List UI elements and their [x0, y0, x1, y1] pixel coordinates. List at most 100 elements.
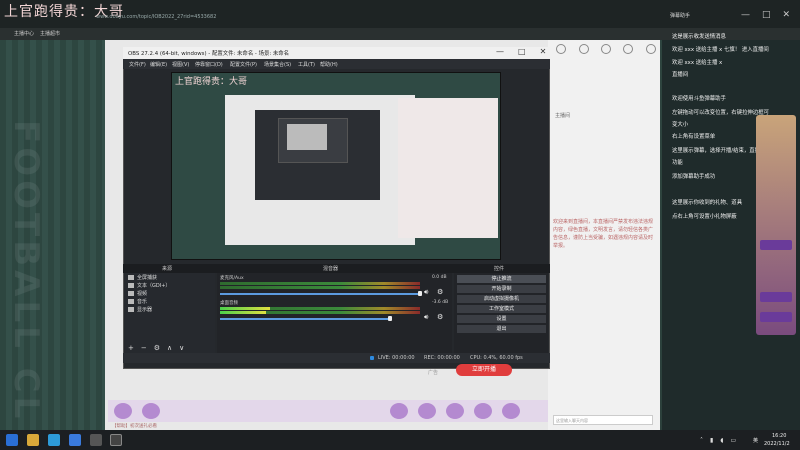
announcement-line: 功能 [672, 160, 683, 166]
preview-nested-side [398, 98, 498, 238]
announcement-line: 这里展示你收到的礼物、道具 [672, 200, 743, 206]
follow-icon[interactable] [578, 44, 589, 54]
announcement-line: 变大小 [672, 122, 689, 128]
ad-label: 广告 [428, 370, 439, 376]
source-item[interactable]: 文本（GDI+） [128, 282, 170, 289]
source-item[interactable]: 显示器 [128, 306, 152, 313]
minimize-icon[interactable]: — [741, 10, 750, 20]
promo-button[interactable] [760, 292, 792, 302]
history-icon[interactable] [556, 44, 567, 54]
source-settings-button[interactable]: ⚙ [154, 344, 160, 352]
gear-icon[interactable]: ⚙ [437, 313, 443, 321]
audio-meter [220, 286, 420, 289]
audio-meter-level [220, 311, 266, 314]
announcement-line: 直播间 [672, 72, 689, 78]
obs-title: OBS 27.2.4 (64-bit, windows) - 配置文件: 未命名… [128, 51, 290, 57]
menu-view[interactable]: 视图(V) [172, 61, 189, 68]
address-bar[interactable]: www.douyu.com/topic/IOB2022_27rid=453368… [96, 14, 216, 20]
bell-icon[interactable] [623, 44, 634, 54]
file-explorer-icon[interactable] [27, 434, 39, 446]
edge-icon[interactable] [48, 434, 60, 446]
download-icon[interactable] [600, 44, 611, 54]
menu-docks[interactable]: 停靠窗口(D) [195, 61, 223, 68]
browser-window-controls: — □ ✕ [741, 10, 790, 20]
announcement-line: 左键拖动可以改变位置，右键拉伸边框可 [672, 110, 770, 116]
close-icon[interactable]: ✕ [782, 10, 790, 20]
add-source-button[interactable]: + [128, 344, 134, 352]
gift-icon[interactable] [474, 403, 492, 419]
sources-header: 来源 [162, 266, 173, 272]
obs-taskbar-icon[interactable] [110, 434, 122, 446]
live-indicator-icon [370, 356, 374, 360]
gift-help-link[interactable]: 【帮助】初次送礼必看 [112, 423, 157, 429]
chrome-icon[interactable] [69, 434, 81, 446]
source-item[interactable]: 视频 [128, 290, 147, 297]
volume-slider[interactable] [220, 293, 420, 295]
source-item[interactable]: 音乐 [128, 298, 147, 305]
display-icon [128, 307, 134, 312]
battery-icon[interactable]: ▭ [730, 437, 736, 444]
promo-panel[interactable] [756, 115, 796, 335]
gift-icon[interactable] [502, 403, 520, 419]
chat-input[interactable]: 这里输入聊天内容 [553, 415, 653, 425]
gift-icon[interactable] [114, 403, 132, 419]
preview-nested-obs-innermost [287, 124, 327, 150]
music-icon [128, 299, 134, 304]
obs-maximize-icon[interactable]: □ [518, 47, 526, 56]
menu-help[interactable]: 帮助(H) [320, 61, 338, 68]
monitor-icon [128, 275, 134, 280]
menu-tools[interactable]: 工具(T) [298, 61, 315, 68]
mixer-header: 混音器 [323, 266, 339, 272]
studio-mode-button[interactable]: 工作室模式 [457, 305, 546, 313]
menu-file[interactable]: 文件(F) [129, 61, 146, 68]
source-item[interactable]: 全屏捕获 [128, 274, 157, 281]
menu-edit[interactable]: 编辑(E) [150, 61, 167, 68]
announcement-line: 右上角有设置菜单 [672, 134, 716, 140]
exit-button[interactable]: 退出 [457, 325, 546, 333]
speaker-icon[interactable]: 🔊︎ [424, 288, 428, 297]
virtual-camera-button[interactable]: 启动虚拟摄像机 [457, 295, 546, 303]
promo-button[interactable] [760, 312, 792, 322]
gear-icon[interactable]: ⚙ [437, 288, 443, 296]
input-language[interactable]: 英 [753, 437, 758, 444]
windows-start-icon[interactable] [6, 434, 18, 446]
remove-source-button[interactable]: − [141, 344, 147, 352]
bookmark-item[interactable]: 主播中心 [14, 30, 34, 37]
bookmark-item[interactable]: 主播超市 [40, 30, 60, 37]
volume-slider[interactable] [220, 318, 390, 320]
source-toolbar: + − ⚙ ∧ ∨ [128, 344, 184, 352]
start-recording-button[interactable]: 开始录制 [457, 285, 546, 293]
settings-button[interactable]: 设置 [457, 315, 546, 323]
obs-minimize-icon[interactable]: — [496, 47, 504, 56]
gift-icon[interactable] [142, 403, 160, 419]
stop-streaming-button[interactable]: 停止推流 [457, 275, 546, 283]
clock-time[interactable]: 16:20 [772, 433, 786, 439]
gift-icon[interactable] [390, 403, 408, 419]
volume-slider-handle[interactable] [418, 291, 422, 296]
chat-notice: 欢迎来到直播间，本直播间严禁发布违法违规内容，绿色直播，文明发言，请勿轻信各类广… [553, 219, 654, 249]
volume-icon[interactable]: ◖ [720, 437, 723, 444]
gift-icon[interactable] [446, 403, 464, 419]
obs-window-controls: — □ ✕ [496, 47, 546, 56]
audio-meter-level [220, 307, 270, 310]
network-icon[interactable]: ▮ [710, 437, 713, 444]
menu-profile[interactable]: 配置文件(P) [230, 61, 257, 68]
move-down-button[interactable]: ∨ [179, 344, 184, 352]
announcement-line: 这是展示收发送情消息 [672, 34, 726, 40]
menu-scene-collection[interactable]: 场景集合(S) [264, 61, 291, 68]
maximize-icon[interactable]: □ [762, 10, 771, 20]
app-icon[interactable] [90, 434, 102, 446]
open-stream-button[interactable]: 立即开播 [456, 364, 512, 376]
move-up-button[interactable]: ∧ [167, 344, 172, 352]
volume-slider-handle[interactable] [388, 316, 392, 321]
speaker-icon[interactable]: 🔊︎ [424, 313, 428, 322]
gift-icon[interactable] [418, 403, 436, 419]
announcement-line: 欢迎 xxx 送给主播 x [672, 60, 723, 66]
preview-logo: 上官跑得贵：大哥 [175, 77, 248, 87]
obs-close-icon[interactable]: ✕ [540, 47, 547, 56]
chevron-up-icon[interactable]: ˄ [700, 437, 703, 444]
clock-date[interactable]: 2022/11/2 [764, 441, 790, 447]
vertical-watermark: FOOTBALL CL [6, 120, 46, 423]
promo-button[interactable] [760, 240, 792, 250]
avatar-icon[interactable] [645, 44, 656, 54]
